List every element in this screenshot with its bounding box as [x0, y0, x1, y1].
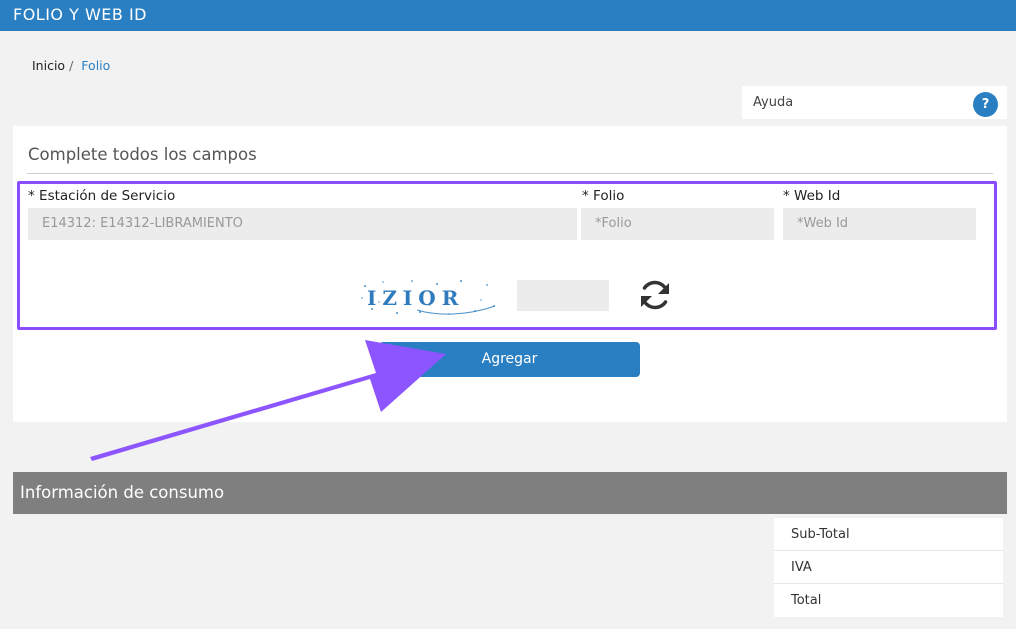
question-circle-icon[interactable]: ?: [973, 92, 998, 117]
consumo-section-bar: Información de consumo: [13, 472, 1007, 514]
breadcrumb-separator: /: [69, 58, 74, 73]
captcha-image: IZIOR: [357, 276, 500, 319]
captcha-text: IZIOR: [367, 286, 464, 310]
totals-row-iva: IVA: [774, 551, 1003, 584]
breadcrumb-home[interactable]: Inicio: [32, 58, 65, 73]
add-button[interactable]: Agregar: [379, 342, 640, 377]
totals-row-total: Total: [791, 593, 822, 608]
heading-divider: [27, 173, 993, 174]
totals-list: Sub-Total IVA Total: [774, 518, 1003, 617]
captcha-input[interactable]: [517, 280, 609, 311]
help-label: Ayuda: [753, 95, 794, 110]
help-box[interactable]: Ayuda ?: [742, 86, 1007, 119]
webid-input[interactable]: *Web Id: [783, 208, 976, 240]
form-heading: Complete todos los campos: [28, 145, 257, 164]
refresh-icon[interactable]: [636, 276, 674, 314]
station-label: * Estación de Servicio: [28, 188, 176, 204]
folio-label: * Folio: [582, 188, 625, 204]
webid-label: * Web Id: [783, 188, 841, 204]
breadcrumb: Inicio / Folio: [32, 58, 110, 73]
folio-input[interactable]: *Folio: [581, 208, 774, 240]
breadcrumb-current[interactable]: Folio: [81, 58, 110, 73]
top-bar: FOLIO Y WEB ID: [0, 0, 1016, 31]
consumo-title: Información de consumo: [20, 483, 225, 502]
station-field[interactable]: E14312: E14312-LIBRAMIENTO: [28, 208, 577, 240]
totals-row-subtotal: Sub-Total: [774, 518, 1003, 551]
page-title: FOLIO Y WEB ID: [13, 5, 147, 24]
